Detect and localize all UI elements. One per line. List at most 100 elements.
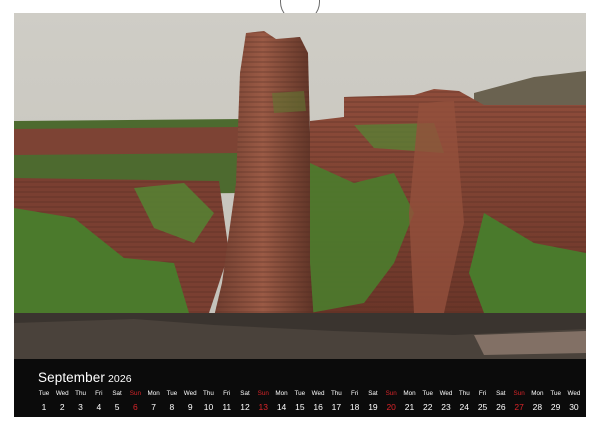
day-cell: Wed 9	[181, 390, 199, 413]
day-number: 30	[569, 402, 579, 412]
day-cell: Wed 16	[309, 390, 327, 413]
weekday-label: Sun	[385, 390, 397, 397]
weekday-label: Thu	[330, 390, 342, 397]
day-number: 25	[477, 402, 488, 412]
day-cell: Fri 18	[346, 390, 364, 413]
day-cell: Thu 17	[327, 390, 345, 413]
weekday-label: Wed	[183, 390, 197, 397]
weekday-label: Sat	[112, 390, 122, 397]
weekday-label: Sat	[496, 390, 506, 397]
weekday-label: Wed	[55, 390, 69, 397]
calendar-strip: September 2026 Tue 1 Wed 2 Thu 3 Fri 4 Sat 5 Sun 6 Mo…	[14, 359, 586, 417]
day-cell: Fri 4	[90, 390, 108, 413]
day-number: 27	[514, 402, 524, 412]
day-number: 8	[169, 402, 175, 412]
day-cell: Sun 13	[254, 390, 272, 413]
day-number: 17	[331, 402, 342, 412]
day-cell: Fri 25	[474, 390, 492, 413]
weekday-label: Sun	[129, 390, 141, 397]
weekday-label: Tue	[422, 390, 434, 397]
day-cell: Sun 20	[382, 390, 400, 413]
weekday-label: Sun	[257, 390, 269, 397]
day-cell: Sat 26	[492, 390, 510, 413]
day-number: 20	[386, 402, 396, 412]
day-cell: Tue 15	[291, 390, 309, 413]
day-number: 26	[496, 402, 506, 412]
weekday-label: Fri	[350, 390, 359, 397]
day-cell: Wed 23	[437, 390, 455, 413]
beach	[474, 331, 586, 355]
day-cell: Sat 19	[364, 390, 382, 413]
day-cell: Fri 11	[218, 390, 236, 413]
weekday-label: Wed	[439, 390, 453, 397]
weekday-label: Fri	[223, 390, 231, 397]
day-number: 2	[59, 402, 65, 412]
day-cell: Thu 10	[199, 390, 217, 413]
day-number: 14	[276, 402, 287, 412]
day-cell: Sat 12	[236, 390, 254, 413]
weekday-label: Thu	[203, 390, 214, 397]
day-number: 12	[240, 402, 250, 412]
weekday-label: Fri	[478, 390, 487, 397]
day-number: 28	[532, 402, 543, 412]
day-cell: Mon 7	[145, 390, 163, 413]
month-title: September 2026	[38, 370, 132, 385]
weekday-label: Mon	[403, 390, 416, 397]
day-cell: Wed 2	[53, 390, 71, 413]
day-cell: Sat 5	[108, 390, 126, 413]
day-number: 18	[349, 402, 360, 412]
day-cell: Mon 14	[273, 390, 291, 413]
weekday-label: Mon	[531, 390, 544, 397]
sea-stack-image	[14, 13, 586, 359]
day-cell: Tue 1	[35, 390, 53, 413]
day-number: 23	[441, 402, 451, 412]
day-cell: Tue 29	[547, 390, 565, 413]
weekday-label: Tue	[294, 390, 306, 397]
weekday-label: Sat	[368, 390, 378, 397]
stack-moss	[272, 91, 306, 113]
day-number: 4	[96, 402, 102, 412]
weekday-label: Mon	[275, 390, 288, 397]
day-number: 22	[423, 402, 433, 412]
day-cell: Thu 3	[72, 390, 90, 413]
landscape-photo	[14, 13, 586, 359]
day-number: 21	[404, 402, 415, 412]
day-number: 7	[151, 402, 156, 412]
day-cell: Tue 8	[163, 390, 181, 413]
day-cell: Thu 24	[455, 390, 473, 413]
day-cell: Wed 30	[565, 390, 583, 413]
month-name: September	[38, 370, 105, 385]
day-cell: Tue 22	[419, 390, 437, 413]
weekday-label: Thu	[458, 390, 470, 397]
day-number: 9	[187, 402, 193, 412]
day-number: 24	[459, 402, 470, 412]
day-cell: Sun 27	[510, 390, 528, 413]
day-number: 16	[313, 402, 323, 412]
weekday-label: Wed	[567, 390, 581, 397]
day-number: 10	[203, 402, 214, 412]
day-number: 29	[550, 402, 561, 412]
left-cliff-upper	[14, 127, 239, 155]
day-number: 3	[78, 402, 83, 412]
weekday-label: Tue	[550, 390, 561, 397]
day-number: 1	[41, 402, 47, 412]
day-number: 19	[368, 402, 378, 412]
day-cell: Mon 28	[528, 390, 546, 413]
day-number: 6	[132, 402, 138, 412]
day-row: Tue 1 Wed 2 Thu 3 Fri 4 Sat 5 Sun 6 Mon 7 Tue 8 Wed 9 Thu 1…	[35, 390, 581, 414]
day-cell: Mon 21	[400, 390, 418, 413]
year: 2026	[107, 373, 132, 385]
day-number: 5	[114, 402, 120, 412]
weekday-label: Sat	[240, 390, 250, 397]
weekday-label: Thu	[75, 390, 86, 397]
calendar-page: September 2026 Tue 1 Wed 2 Thu 3 Fri 4 Sat 5 Sun 6 Mo…	[0, 0, 600, 432]
weekday-label: Wed	[311, 390, 325, 397]
day-number: 13	[258, 402, 269, 412]
weekday-label: Sun	[513, 390, 525, 397]
weekday-label: Tue	[166, 390, 178, 397]
day-cell: Sun 6	[126, 390, 144, 413]
day-number: 11	[222, 402, 232, 412]
weekday-label: Mon	[147, 390, 160, 397]
weekday-label: Fri	[95, 390, 103, 397]
weekday-label: Tue	[38, 390, 50, 397]
